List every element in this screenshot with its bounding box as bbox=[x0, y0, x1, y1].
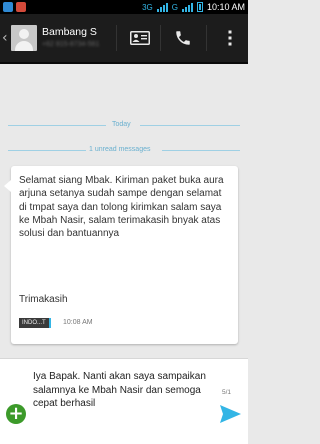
message-text: Selamat siang Mbak. Kiriman paket buka a… bbox=[19, 175, 224, 240]
compose-bar: + Iya Bapak. Nanti akan saya sampaikan s… bbox=[0, 358, 248, 444]
contact-card-icon bbox=[130, 31, 150, 45]
send-icon bbox=[220, 405, 241, 423]
battery-icon bbox=[196, 2, 203, 12]
network-type-label: 3G bbox=[142, 2, 153, 12]
divider bbox=[116, 25, 117, 51]
overflow-menu-icon bbox=[228, 30, 232, 46]
network-type-label: G bbox=[171, 2, 178, 12]
signal-icon bbox=[181, 2, 193, 12]
separator-line bbox=[162, 150, 240, 151]
plus-icon: + bbox=[8, 403, 24, 424]
character-counter: 5/1 bbox=[222, 389, 232, 396]
view-contact-button[interactable] bbox=[126, 23, 154, 53]
divider bbox=[160, 25, 161, 51]
contact-name[interactable]: Bambang S bbox=[42, 26, 97, 38]
conversation-header: ‹ Bambang S +62 815-8734-561 bbox=[0, 14, 248, 64]
unread-separator: 1 unread messages bbox=[89, 146, 151, 153]
divider bbox=[206, 25, 207, 51]
system-icons: 3G G 10:10 AM bbox=[142, 0, 245, 14]
separator-line bbox=[8, 125, 106, 126]
contact-number: +62 815-8734-561 bbox=[42, 41, 100, 48]
message-signoff: Trimakasih bbox=[19, 294, 68, 305]
chevron-left-icon[interactable]: ‹ bbox=[2, 31, 8, 45]
send-button[interactable] bbox=[218, 402, 242, 426]
add-attachment-button[interactable]: + bbox=[6, 404, 26, 424]
notification-icons bbox=[3, 2, 26, 12]
status-clock: 10:10 AM bbox=[206, 2, 245, 12]
call-button[interactable] bbox=[168, 23, 198, 53]
signal-icon bbox=[156, 2, 168, 12]
notification-app-icon bbox=[3, 2, 13, 12]
date-separator: Today bbox=[112, 121, 131, 128]
sim-badge: INDO...T bbox=[19, 318, 51, 328]
message-input[interactable]: Iya Bapak. Nanti akan saya sampaikan sal… bbox=[33, 370, 207, 411]
separator-line bbox=[8, 150, 86, 151]
contact-avatar[interactable] bbox=[11, 25, 37, 51]
notification-app-icon bbox=[16, 2, 26, 12]
status-bar: 3G G 10:10 AM bbox=[0, 0, 248, 14]
phone-icon bbox=[176, 31, 190, 45]
separator-line bbox=[140, 125, 240, 126]
message-bubble[interactable]: Selamat siang Mbak. Kiriman paket buka a… bbox=[4, 166, 238, 344]
message-timestamp: 10:08 AM bbox=[63, 319, 93, 326]
overflow-menu-button[interactable] bbox=[220, 23, 240, 53]
